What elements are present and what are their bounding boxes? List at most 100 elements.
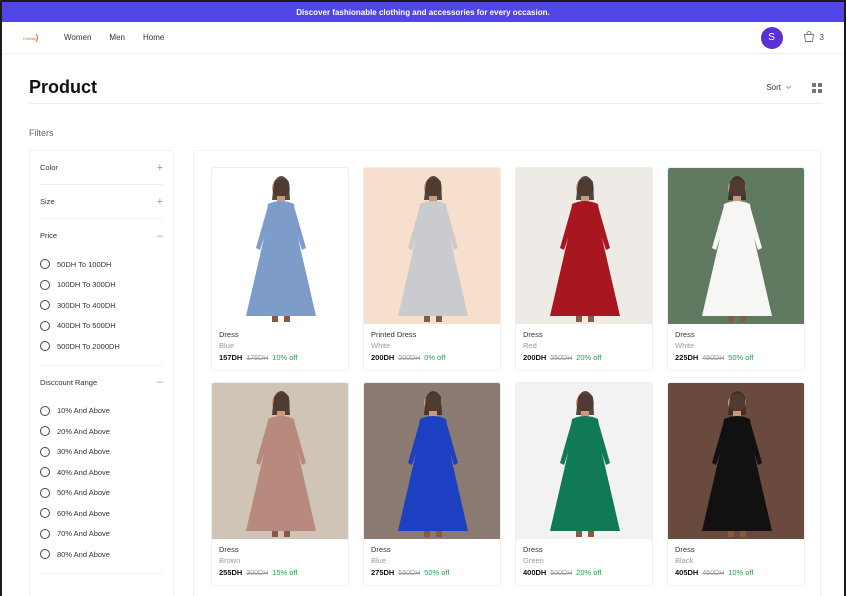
product-info: Dress Red 200DH 250DH 20% off — [516, 324, 652, 368]
nav-link-home[interactable]: Home — [143, 33, 164, 42]
page-header: Product Sort — [29, 72, 822, 104]
nav-link-women[interactable]: Women — [64, 33, 91, 42]
radio-button[interactable] — [40, 508, 50, 519]
product-old-price: 300DH — [246, 570, 269, 577]
top-navbar: Crème Women Men Home S 3 — [2, 22, 844, 54]
product-image[interactable] — [212, 383, 348, 539]
filter-discount-section: Disccount Range – 10% And Above 20% And … — [40, 366, 163, 574]
discount-option[interactable]: 80% And Above — [40, 544, 163, 565]
product-image[interactable] — [364, 168, 500, 324]
radio-button[interactable] — [40, 279, 50, 290]
product-color: White — [675, 341, 695, 350]
discount-option-label: 80% And Above — [57, 549, 110, 559]
product-price: 275DH — [371, 568, 395, 577]
product-image[interactable] — [516, 168, 652, 324]
banner-text: Discover fashionable clothing and access… — [296, 7, 550, 17]
discount-option[interactable]: 10% And Above — [40, 401, 163, 422]
product-price-row: 405DH 450DH 10% off — [675, 568, 797, 577]
product-image[interactable] — [212, 168, 348, 324]
product-image[interactable] — [668, 168, 804, 324]
product-grid: Dress Blue 157DH 175DH 10% off Printed D… — [193, 150, 821, 596]
product-image[interactable] — [668, 383, 804, 539]
radio-button[interactable] — [40, 467, 50, 478]
filter-discount-label: Disccount Range — [40, 377, 98, 387]
product-card[interactable]: Printed Dress White 200DH 200DH 0% off — [363, 167, 501, 371]
product-info: Dress Blue 275DH 550DH 50% off — [364, 539, 500, 583]
product-type: Dress — [675, 330, 695, 339]
sort-dropdown[interactable]: Sort — [766, 83, 792, 92]
product-card[interactable]: Dress Blue 157DH 175DH 10% off — [211, 167, 349, 371]
price-options: 50DH To 100DH 100DH To 300DH 300DH To 40… — [40, 252, 163, 365]
price-option[interactable]: 400DH To 500DH — [40, 316, 163, 337]
discount-option[interactable]: 60% And Above — [40, 503, 163, 524]
nav-link-men[interactable]: Men — [109, 33, 125, 42]
user-avatar[interactable]: S — [760, 26, 783, 49]
discount-option[interactable]: 30% And Above — [40, 442, 163, 463]
radio-button[interactable] — [40, 487, 50, 498]
product-old-price: 250DH — [550, 355, 573, 362]
product-price: 200DH — [371, 353, 395, 362]
radio-button[interactable] — [40, 426, 50, 437]
price-option[interactable]: 50DH To 100DH — [40, 254, 163, 275]
radio-button[interactable] — [40, 259, 50, 270]
radio-button[interactable] — [40, 405, 50, 416]
product-type: Dress — [371, 545, 391, 554]
radio-button[interactable] — [40, 341, 50, 352]
product-price: 225DH — [675, 353, 699, 362]
product-discount: 50% off — [424, 568, 450, 577]
cart-button[interactable]: 3 — [803, 31, 824, 44]
grid-view-icon[interactable] — [812, 82, 822, 93]
price-option[interactable]: 100DH To 300DH — [40, 275, 163, 296]
radio-button[interactable] — [40, 320, 50, 331]
product-card[interactable]: Dress Red 200DH 250DH 20% off — [515, 167, 653, 371]
filter-price-header[interactable]: Price – — [40, 219, 163, 252]
radio-button[interactable] — [40, 446, 50, 457]
discount-option-label: 30% And Above — [57, 447, 110, 457]
product-image[interactable] — [516, 383, 652, 539]
app-window: Discover fashionable clothing and access… — [2, 2, 844, 596]
radio-button[interactable] — [40, 300, 50, 311]
discount-option[interactable]: 70% And Above — [40, 524, 163, 545]
discount-option-label: 20% And Above — [57, 426, 110, 436]
price-option-label: 500DH To 2000DH — [57, 341, 120, 351]
price-option[interactable]: 300DH To 400DH — [40, 295, 163, 316]
filter-size-label: Size — [40, 197, 55, 206]
avatar-initial: S — [768, 32, 775, 43]
product-info: Dress White 225DH 450DH 50% off — [668, 324, 804, 368]
price-option[interactable]: 500DH To 2000DH — [40, 336, 163, 357]
radio-button[interactable] — [40, 528, 50, 539]
filter-size-header[interactable]: Size + — [40, 185, 163, 218]
announcement-banner: Discover fashionable clothing and access… — [2, 2, 844, 22]
product-info: Dress Blue 157DH 175DH 10% off — [212, 324, 348, 368]
discount-option[interactable]: 40% And Above — [40, 462, 163, 483]
product-card[interactable]: Dress White 225DH 450DH 50% off — [667, 167, 805, 371]
product-type: Dress — [219, 330, 239, 339]
product-old-price: 175DH — [246, 355, 269, 362]
brand-logo[interactable]: Crème — [22, 33, 40, 43]
discount-option[interactable]: 20% And Above — [40, 421, 163, 442]
filter-color-label: Color — [40, 163, 58, 172]
page-title: Product — [29, 77, 98, 97]
filter-color-section: Color + — [40, 151, 163, 185]
product-image[interactable] — [364, 383, 500, 539]
product-old-price: 500DH — [550, 570, 573, 577]
product-card[interactable]: Dress Blue 275DH 550DH 50% off — [363, 382, 501, 586]
product-card[interactable]: Dress Green 400DH 500DH 20% off — [515, 382, 653, 586]
discount-option[interactable]: 50% And Above — [40, 483, 163, 504]
plus-icon: + — [156, 161, 163, 174]
filter-discount-header[interactable]: Disccount Range – — [40, 366, 163, 399]
product-color: White — [371, 341, 391, 350]
discount-option-label: 50% And Above — [57, 488, 110, 498]
product-price-row: 275DH 550DH 50% off — [371, 568, 493, 577]
product-type: Printed Dress — [371, 330, 417, 339]
discount-option-label: 40% And Above — [57, 467, 110, 477]
product-card[interactable]: Dress Brown 255DH 300DH 15% off — [211, 382, 349, 586]
product-type: Dress — [675, 545, 695, 554]
product-card[interactable]: Dress Black 405DH 450DH 10% off — [667, 382, 805, 586]
radio-button[interactable] — [40, 549, 50, 560]
price-option-label: 400DH To 500DH — [57, 321, 116, 331]
filter-color-header[interactable]: Color + — [40, 151, 163, 184]
product-price-row: 255DH 300DH 15% off — [219, 568, 341, 577]
product-info: Printed Dress White 200DH 200DH 0% off — [364, 324, 500, 368]
discount-option-label: 10% And Above — [57, 406, 110, 416]
